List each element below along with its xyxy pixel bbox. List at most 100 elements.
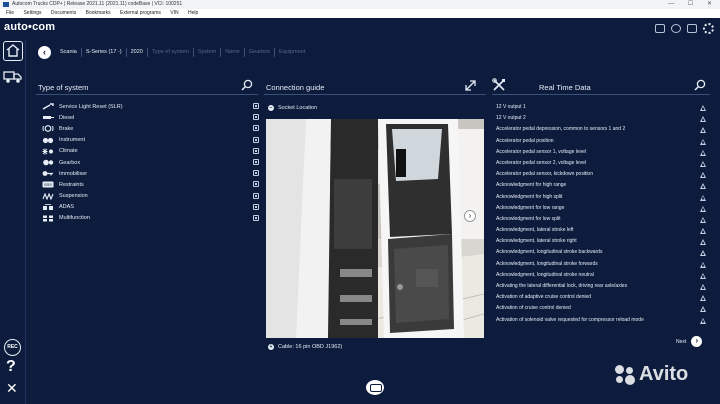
connector-icon[interactable] [253, 192, 259, 199]
window-controls[interactable]: — ☐ ✕ [668, 0, 718, 9]
connection-guide-title: Connection guide [266, 83, 325, 92]
connector-icon[interactable] [253, 203, 259, 210]
system-item-adas[interactable]: ADAS [41, 202, 259, 213]
menu-vin[interactable]: VIN [170, 10, 178, 16]
rt-item[interactable]: Acknowledgment, longitudinal stroke forw… [496, 259, 706, 270]
rt-item[interactable]: Accelerator pedal sensor 1, voltage leve… [496, 147, 706, 158]
gear-icon[interactable] [703, 23, 714, 34]
connector-icon[interactable] [253, 125, 259, 132]
help-icon[interactable]: ? [6, 358, 16, 376]
socket-location-toggle[interactable]: − Socket Location [268, 105, 317, 111]
record-button[interactable]: REC [4, 339, 21, 356]
rt-item[interactable]: Accelerator pedal depression, common to … [496, 124, 706, 135]
rt-item-label: Acknowledgment, longitudinal stroke back… [496, 249, 603, 256]
bluetooth-status-icon[interactable] [671, 24, 681, 33]
rt-item[interactable]: Accelerator pedal sensor, kickdown posit… [496, 169, 706, 180]
system-item-label: Climate [59, 148, 78, 155]
connector-icon[interactable] [253, 181, 259, 188]
rt-item[interactable]: Accelerator pedal position [496, 136, 706, 147]
connector-icon[interactable] [253, 158, 259, 165]
expand-icon[interactable] [464, 79, 477, 92]
vci-connection-icon[interactable] [655, 24, 665, 33]
system-item-gearbox[interactable]: Gearbox [41, 157, 259, 168]
rt-item[interactable]: Accelerator pedal sensor 2, voltage leve… [496, 158, 706, 169]
rt-item[interactable]: Acknowledgment, longitudinal stroke neut… [496, 270, 706, 281]
rt-item[interactable]: Acknowledgment for low range [496, 203, 706, 214]
real-time-data-title: Real Time Data [539, 83, 591, 92]
connector-icon[interactable] [253, 170, 259, 177]
connector-icon[interactable] [253, 147, 259, 154]
breadcrumb-year[interactable]: 2020 [125, 48, 147, 57]
breadcrumb-model[interactable]: S-Series (17 -) [80, 48, 126, 57]
system-item-label: Brake [59, 125, 74, 132]
search-icon[interactable] [694, 79, 706, 91]
truck-icon[interactable] [3, 68, 23, 86]
system-item-climate[interactable]: Climate [41, 146, 259, 157]
warning-icon [700, 160, 706, 167]
rt-item[interactable]: 12 V output 2 [496, 113, 706, 124]
rt-item-label: Accelerator pedal sensor 2, voltage leve… [496, 159, 587, 166]
connector-icon[interactable] [253, 136, 259, 143]
photo-next-button[interactable]: › [464, 210, 476, 222]
system-item-label: Instrument [59, 137, 85, 144]
rt-item[interactable]: Activation of solenoid valve requested f… [496, 315, 706, 326]
rt-item[interactable]: Acknowledgment, longitudinal stroke back… [496, 247, 706, 258]
rt-item-label: Acknowledgment, lateral stroke right [496, 238, 577, 245]
rt-item[interactable]: Activation of adaptive cruise control de… [496, 292, 706, 303]
tools-icon[interactable] [492, 78, 506, 92]
rt-item[interactable]: Acknowledgment for high range [496, 180, 706, 191]
avito-logo-icon [614, 364, 636, 386]
system-item-immobiliser[interactable]: Immobiliser [41, 168, 259, 179]
rt-item[interactable]: Acknowledgment for high split [496, 192, 706, 203]
connector-icon[interactable] [253, 103, 259, 109]
multifunction-icon [41, 215, 54, 222]
rt-item-label: Acknowledgment for low range [496, 204, 565, 211]
warning-icon [700, 317, 706, 324]
breadcrumb-make[interactable]: Scania [58, 48, 81, 57]
next-button[interactable]: › [691, 336, 703, 347]
rt-item-label: Accelerator pedal depression, common to … [496, 126, 626, 133]
menu-documents[interactable]: Documents [51, 10, 76, 16]
rt-item[interactable]: Acknowledgment, lateral stroke right [496, 236, 706, 247]
key-icon [41, 170, 54, 177]
rt-item[interactable]: 12 V output 1 [496, 102, 706, 113]
system-item-restraints[interactable]: SRS Restraints [41, 179, 259, 190]
system-item-slr[interactable]: Service Light Reset (SLR) [41, 101, 259, 112]
menu-external-programs[interactable]: External programs [120, 10, 161, 16]
warning-icon [700, 172, 706, 179]
menu-bookmarks[interactable]: Bookmarks [86, 10, 111, 16]
rt-item-label: Accelerator pedal sensor, kickdown posit… [496, 171, 593, 178]
back-button[interactable]: ‹ [38, 46, 51, 59]
system-item-multifunction[interactable]: Multifunction [41, 213, 259, 224]
rt-item-label: Acknowledgment, longitudinal stroke forw… [496, 260, 598, 267]
rt-item[interactable]: Activating the lateral differential lock… [496, 281, 706, 292]
rt-item[interactable]: Acknowledgment, lateral stroke left [496, 225, 706, 236]
system-item-brake[interactable]: Brake [41, 123, 259, 134]
close-icon[interactable]: ✕ [6, 380, 18, 397]
menu-settings[interactable]: Settings [23, 10, 41, 16]
warning-icon [700, 272, 706, 279]
watermark-text: Avito [639, 363, 689, 385]
search-icon[interactable] [241, 79, 253, 91]
type-of-system-title: Type of system [38, 83, 89, 92]
cable-info-toggle[interactable]: + Cable: 16 pin OBD J1962) [268, 344, 342, 350]
system-item-instrument[interactable]: Instrument [41, 135, 259, 146]
wrench-icon [41, 103, 54, 110]
rt-item[interactable]: Acknowledgment for low split [496, 214, 706, 225]
menu-help[interactable]: Help [188, 10, 198, 16]
panel-divider [492, 94, 710, 95]
menu-file[interactable]: File [6, 10, 14, 16]
printer-icon[interactable] [687, 24, 697, 33]
next-page-control[interactable]: Next › [676, 336, 703, 347]
breadcrumb-system: System [192, 48, 220, 57]
home-icon[interactable] [3, 41, 23, 61]
warning-icon [700, 306, 706, 313]
vehicle-connect-icon[interactable] [366, 380, 384, 395]
system-item-diesel[interactable]: Diesel [41, 112, 259, 123]
system-item-suspension[interactable]: Suspension [41, 191, 259, 202]
rt-item-label: Accelerator pedal sensor 1, voltage leve… [496, 148, 587, 155]
connector-icon[interactable] [253, 214, 259, 221]
app-header [0, 18, 720, 40]
rt-item[interactable]: Activation of cruise control denied [496, 303, 706, 314]
connector-icon[interactable] [253, 114, 259, 121]
